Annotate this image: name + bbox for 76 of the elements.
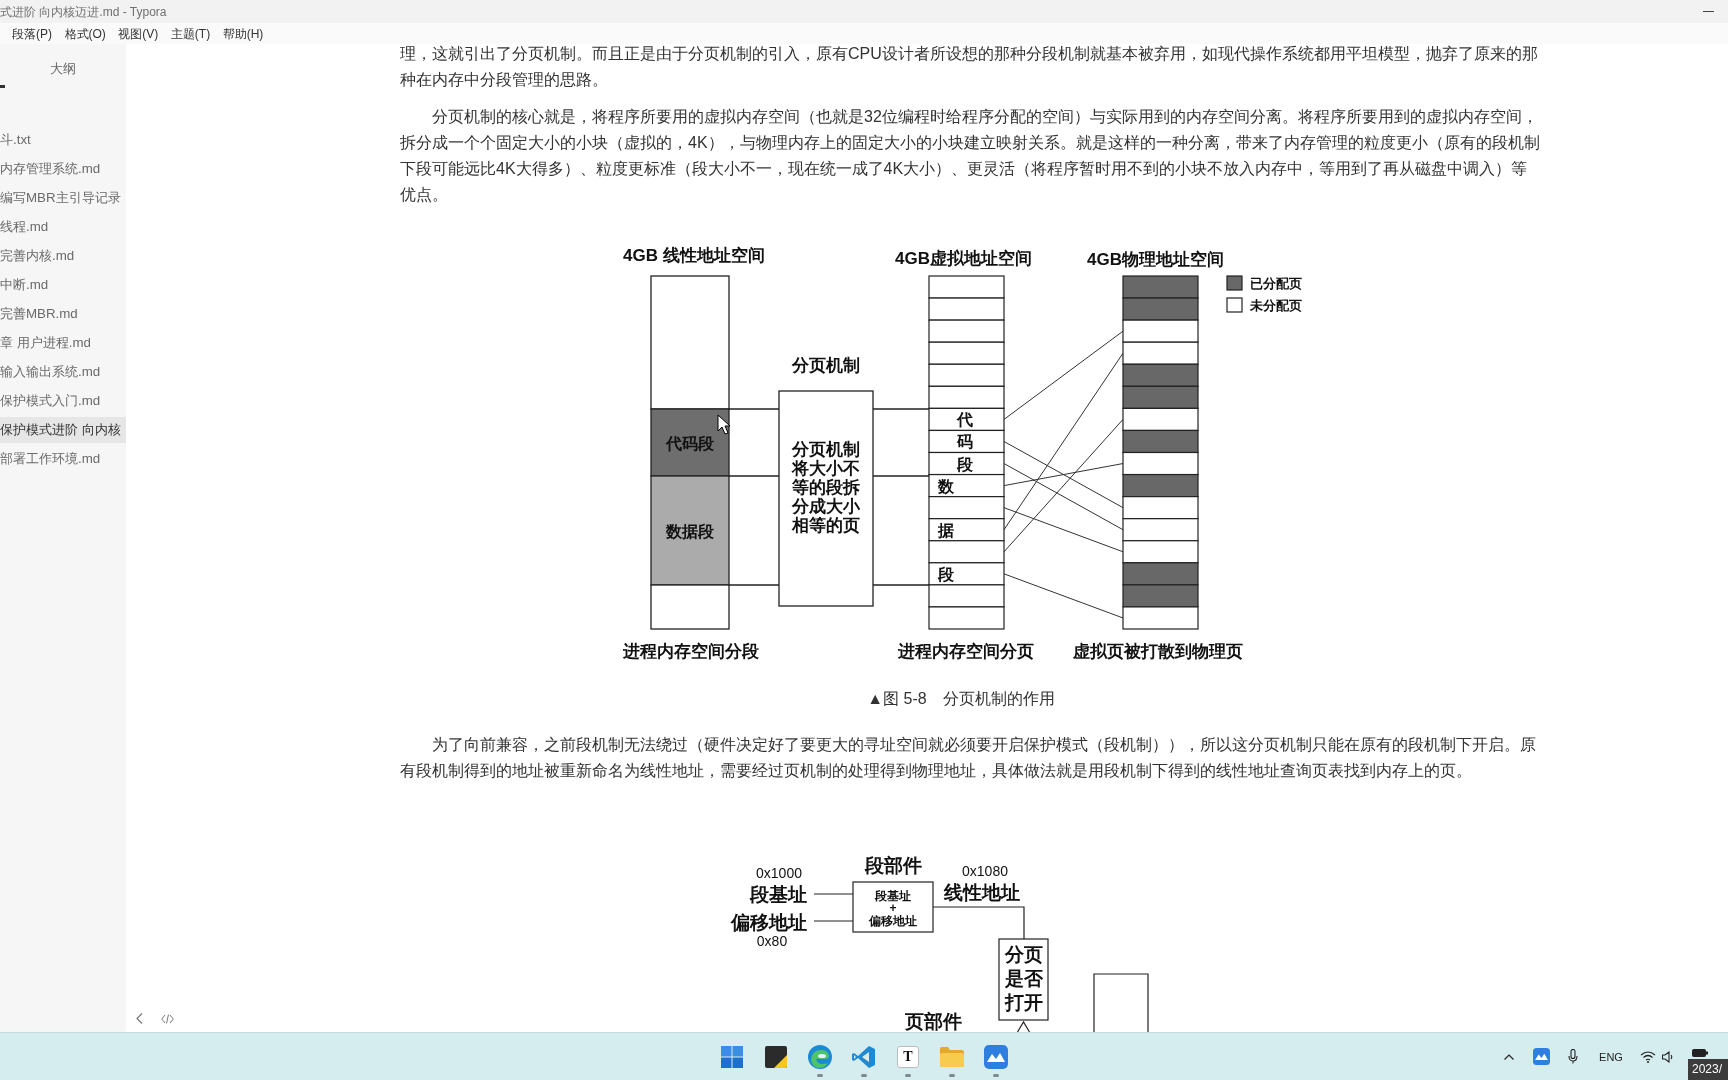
page-label: 码: [957, 433, 973, 451]
menu-item[interactable]: 帮助(H): [222, 25, 264, 42]
sidebar-item[interactable]: 章 用户进程.md: [0, 330, 126, 356]
microphone-icon: [1568, 1049, 1578, 1064]
menu-item[interactable]: 视图(V): [118, 25, 159, 42]
start-icon: [721, 1045, 743, 1068]
letter-tile-icon: T: [897, 1045, 919, 1068]
column-title: 4GB 线性地址空间: [623, 246, 765, 265]
unit-title: 段部件: [864, 855, 922, 876]
source-mode-button[interactable]: [159, 1011, 176, 1026]
chevron-left-icon: [136, 1013, 143, 1024]
minimize-icon: [1702, 11, 1714, 12]
address-value: 0x1080: [962, 863, 1008, 879]
sidebar-tab[interactable]: 大纲: [50, 60, 76, 78]
battery-button[interactable]: [1690, 1048, 1710, 1058]
ribbon-icon: [852, 1044, 876, 1069]
window-title: 式进阶 向内核迈进.md - Typora: [0, 3, 167, 20]
dash-icon: [0, 85, 5, 88]
sidebar-item[interactable]: 内存管理系统.md: [0, 156, 126, 182]
segment-label: 代码段: [666, 434, 714, 452]
sticky-note-icon: [765, 1045, 787, 1068]
page-label: 段: [938, 565, 954, 583]
legend-label: 已分配页: [1250, 276, 1302, 291]
mountain-tile-icon: [1532, 1048, 1550, 1065]
sidebar-item[interactable]: 输入输出系统.md: [0, 359, 126, 385]
mountain-tile-icon: [984, 1044, 1008, 1069]
address-label: 线性地址: [944, 882, 1020, 903]
sidebar-toggle-button[interactable]: [134, 1011, 145, 1026]
page-label: 段: [957, 455, 973, 473]
mechanism-text: 分页机制将大小不等的段拆分成大小相等的页: [792, 440, 860, 535]
legend-label: 未分配页: [1250, 298, 1302, 313]
page-label: 数: [938, 477, 954, 495]
battery-icon: [1692, 1049, 1708, 1057]
address-label: 偏移地址: [731, 912, 807, 933]
address-label: 段基址: [750, 884, 807, 905]
sidebar-item[interactable]: 完善MBR.md: [0, 301, 126, 327]
address-value: 0x1000: [756, 865, 802, 881]
menu-item[interactable]: 主题(T): [170, 25, 211, 42]
column-title: 4GB物理地址空间: [1087, 250, 1224, 269]
mechanism-title: 分页机制: [792, 356, 860, 375]
sidebar-item[interactable]: 保护模式入门.md: [0, 388, 126, 414]
paragraph: 分页机制的核心就是，将程序所要用的虚拟内存空间（也就是32位编程时给程序分配的空间）与实际用到的内存空间分离。将程序所要用到的虚拟内存空间，拆分成一个个固定大小的小块（虚拟的，4K），与物理内存上的固定大小的小块建立映射关系。就是这样的一种分离，带来了内存管理的粒度更小（原有的段机制下段可能远比4K大得多）、粒度更标准（段大小不一，现在统一成了4K大小）、更灵活（将程序暂时用不到的小块不放入内存中，等用到了再从磁盘中调入）等优点。: [400, 107, 1541, 205]
column-title: 4GB虚拟地址空间: [895, 249, 1032, 268]
address-value: 0x80: [756, 933, 788, 949]
page-label: 代: [957, 411, 973, 429]
sidebar-item[interactable]: 完善内核.md: [0, 243, 126, 269]
sidebar-item[interactable]: 线程.md: [0, 214, 126, 240]
sidebar-item[interactable]: 保护模式进阶 向内核: [0, 417, 126, 443]
sidebar-item[interactable]: 斗.txt: [0, 127, 126, 153]
menu-item[interactable]: 段落(P): [12, 25, 52, 42]
figure-caption: ▲图 5-8 分页机制的作用: [867, 690, 1055, 707]
sidebar-item[interactable]: 部署工作环境.md: [0, 446, 126, 472]
sidebar-item[interactable]: 中断.md: [0, 272, 126, 298]
wifi-icon: [1640, 1050, 1656, 1063]
column-caption: 进程内存空间分页: [898, 642, 1034, 661]
memory-box: [1093, 973, 1149, 1032]
unit-title: 页部件: [904, 1011, 962, 1032]
language-indicator[interactable]: ENG: [1589, 1041, 1633, 1072]
code-icon: [161, 1013, 174, 1024]
column-caption: 进程内存空间分段: [623, 642, 759, 661]
swirl-icon: [808, 1044, 832, 1069]
cursor-icon: [717, 414, 731, 435]
folder-icon: [940, 1046, 964, 1067]
decision-box: 分页是否打开: [998, 938, 1049, 1021]
taskbar-button[interactable]: T: [888, 1036, 928, 1077]
paragraph: 为了向前兼容，之前段机制无法绕过（硬件决定好了要更大的寻址空间就必须要开启保护模式（段机制）），所以这分页机制只能在原有的段机制下开启。原有段机制得到的地址被重新命名为线性地址，需要经过页机制的处理得到物理地址，具体做法就是用段机制下得到的线性地址查询页表找到内存上的页。: [400, 735, 1537, 781]
column-caption: 虚拟页被打散到物理页: [1073, 642, 1243, 661]
paragraph: 理，这就引出了分页机制。而且正是由于分页机制的引入，原有CPU设计者所设想的那种分段机制就基本被弃用，如现代操作系统都用平坦模型，抛弃了原来的那种在内存中分段管理的思路。: [400, 44, 1539, 90]
page-label: 据: [938, 521, 954, 539]
menu-item[interactable]: 格式(O): [64, 25, 106, 42]
unit-formula: 段基址 + 偏移地址: [869, 888, 917, 928]
speaker-icon: [1662, 1050, 1674, 1063]
sidebar-item[interactable]: 编写MBR主引导记录: [0, 185, 126, 211]
clock[interactable]: 2023/: [1688, 1059, 1728, 1080]
chevron-up-icon: [1504, 1053, 1514, 1060]
segment-label: 数据段: [666, 522, 714, 540]
